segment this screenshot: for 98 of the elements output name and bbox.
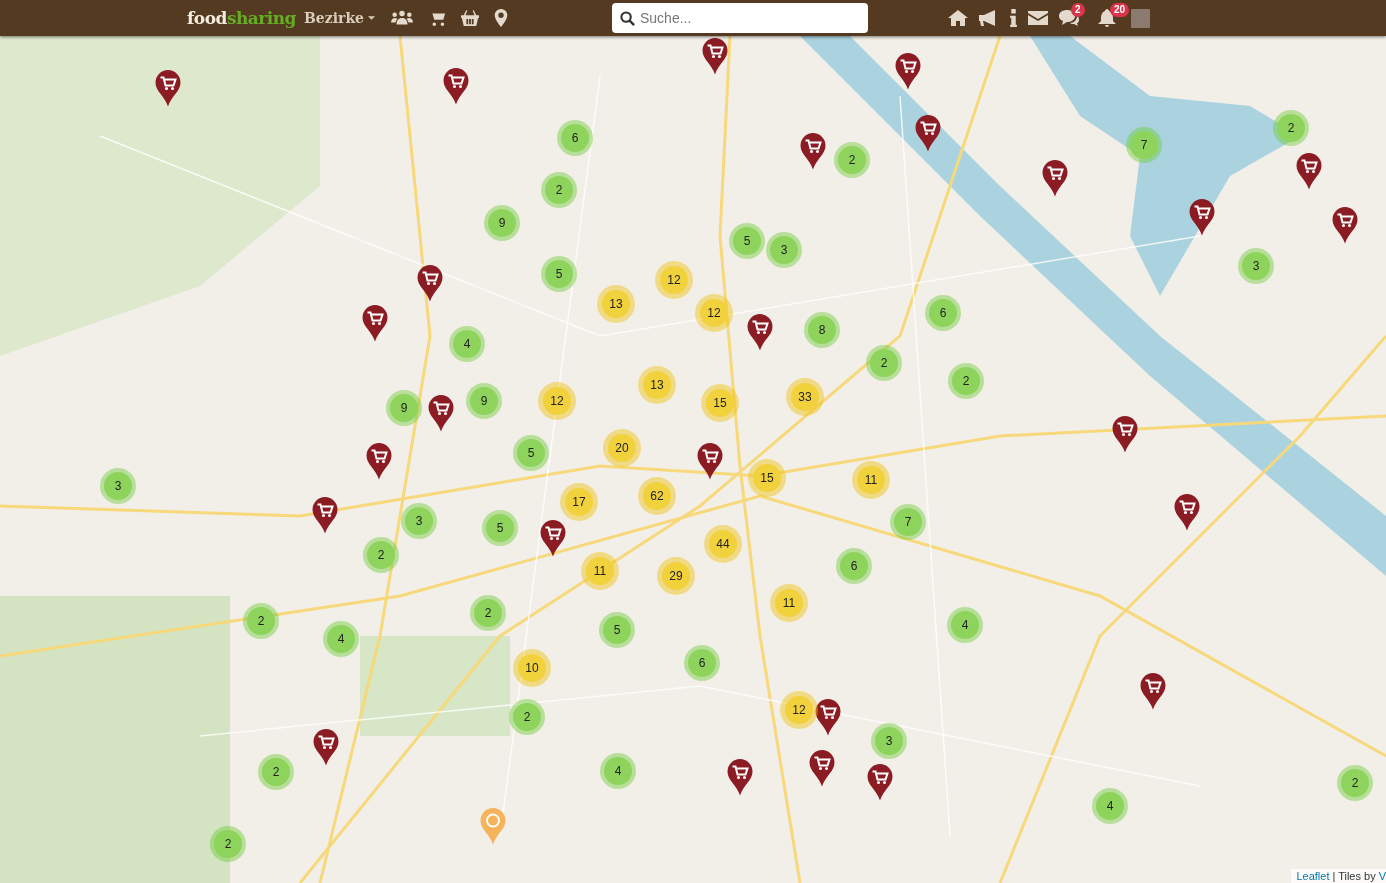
cart-marker-icon[interactable] <box>696 442 724 481</box>
marker-cluster[interactable]: 12 <box>695 294 733 332</box>
marker-cluster[interactable]: 20 <box>603 429 641 467</box>
marker-cluster[interactable]: 11 <box>852 461 890 499</box>
cart-marker-icon[interactable] <box>894 52 922 91</box>
basket-icon[interactable] <box>461 9 479 27</box>
marker-cluster[interactable]: 2 <box>1273 110 1309 146</box>
cart-marker-icon[interactable] <box>154 69 182 108</box>
leaflet-link[interactable]: Leaflet <box>1296 870 1330 882</box>
cart-marker-icon[interactable] <box>1139 672 1167 711</box>
cart-marker-icon[interactable] <box>814 698 842 737</box>
marker-cluster[interactable]: 2 <box>834 142 870 178</box>
marker-cluster[interactable]: 3 <box>100 468 136 504</box>
marker-cluster[interactable]: 9 <box>386 390 422 426</box>
districts-menu[interactable]: Bezirke <box>304 10 375 26</box>
marker-cluster[interactable]: 12 <box>655 261 693 299</box>
cart-marker-icon[interactable] <box>808 749 836 788</box>
marker-cluster[interactable]: 2 <box>866 345 902 381</box>
cart-marker-icon[interactable] <box>914 114 942 153</box>
cart-marker-icon[interactable] <box>1331 206 1359 245</box>
people-icon[interactable] <box>391 9 413 27</box>
notification-count-badge: 20 <box>1110 3 1130 17</box>
caret-icon <box>368 16 375 20</box>
marker-cluster[interactable]: 2 <box>1337 765 1373 801</box>
cart-marker-icon[interactable] <box>312 728 340 767</box>
marker-cluster[interactable]: 4 <box>449 326 485 362</box>
envelope-icon[interactable] <box>1028 9 1048 27</box>
marker-cluster[interactable]: 11 <box>770 584 808 622</box>
marker-cluster[interactable]: 7 <box>1126 127 1162 163</box>
marker-cluster[interactable]: 3 <box>401 503 437 539</box>
cart-marker-icon[interactable] <box>1111 415 1139 454</box>
cart-marker-icon[interactable] <box>361 304 389 343</box>
marker-cluster[interactable]: 15 <box>748 459 786 497</box>
marker-cluster[interactable]: 3 <box>871 723 907 759</box>
cart-marker-icon[interactable] <box>442 67 470 106</box>
home-icon[interactable] <box>948 9 968 27</box>
marker-cluster[interactable]: 5 <box>482 510 518 546</box>
marker-cluster[interactable]: 15 <box>701 384 739 422</box>
info-icon[interactable] <box>1010 9 1017 27</box>
marker-cluster[interactable]: 17 <box>560 483 598 521</box>
marker-cluster[interactable]: 9 <box>484 205 520 241</box>
cart-marker-icon[interactable] <box>799 132 827 171</box>
marker-cluster[interactable]: 4 <box>947 607 983 643</box>
marker-cluster[interactable]: 62 <box>638 477 676 515</box>
marker-cluster[interactable]: 4 <box>600 753 636 789</box>
marker-cluster[interactable]: 8 <box>804 312 840 348</box>
marker-cluster[interactable]: 4 <box>1092 788 1128 824</box>
marker-cluster[interactable]: 6 <box>925 295 961 331</box>
cart-marker-icon[interactable] <box>746 313 774 352</box>
cart-marker-icon[interactable] <box>701 37 729 76</box>
marker-cluster[interactable]: 5 <box>513 435 549 471</box>
marker-cluster[interactable]: 2 <box>258 754 294 790</box>
marker-cluster[interactable]: 2 <box>363 537 399 573</box>
cart-marker-icon[interactable] <box>726 758 754 797</box>
cart-marker-icon[interactable] <box>416 264 444 303</box>
marker-cluster[interactable]: 6 <box>557 120 593 156</box>
map-pin-icon[interactable] <box>494 9 508 27</box>
cart-marker-icon[interactable] <box>365 442 393 481</box>
marker-cluster[interactable]: 5 <box>729 223 765 259</box>
cart-marker-icon[interactable] <box>1295 152 1323 191</box>
marker-cluster[interactable]: 7 <box>890 504 926 540</box>
marker-cluster[interactable]: 13 <box>638 366 676 404</box>
marker-cluster[interactable]: 6 <box>684 645 720 681</box>
cart-marker-icon[interactable] <box>866 763 894 802</box>
marker-cluster[interactable]: 29 <box>657 557 695 595</box>
marker-cluster[interactable]: 5 <box>599 612 635 648</box>
marker-cluster[interactable]: 3 <box>1238 248 1274 284</box>
marker-cluster[interactable]: 12 <box>780 691 818 729</box>
marker-cluster[interactable]: 6 <box>836 548 872 584</box>
marker-cluster[interactable]: 11 <box>581 552 619 590</box>
marker-cluster[interactable]: 4 <box>323 621 359 657</box>
cart-marker-icon[interactable] <box>539 519 567 558</box>
cart-marker-icon[interactable] <box>1173 493 1201 532</box>
marker-cluster[interactable]: 10 <box>513 649 551 687</box>
marker-cluster[interactable]: 2 <box>509 699 545 735</box>
marker-cluster[interactable]: 3 <box>766 232 802 268</box>
cart-marker-icon[interactable] <box>1041 159 1069 198</box>
marker-cluster[interactable]: 9 <box>466 383 502 419</box>
search-field[interactable]: Suche... <box>612 3 868 33</box>
marker-cluster[interactable]: 44 <box>704 525 742 563</box>
marker-cluster[interactable]: 2 <box>948 363 984 399</box>
cart-marker-icon[interactable] <box>427 394 455 433</box>
message-count-badge: 2 <box>1071 3 1085 17</box>
tiles-link[interactable]: V <box>1378 870 1386 882</box>
marker-cluster[interactable]: 2 <box>470 595 506 631</box>
marker-cluster[interactable]: 12 <box>538 382 576 420</box>
avatar[interactable] <box>1131 8 1150 28</box>
marker-cluster[interactable]: 2 <box>243 603 279 639</box>
marker-cluster[interactable]: 2 <box>210 826 246 862</box>
cart-marker-icon[interactable] <box>311 496 339 535</box>
cart-marker-icon[interactable] <box>1188 198 1216 237</box>
bell-icon[interactable] <box>1098 9 1116 27</box>
attribution-text: | Tiles by <box>1332 870 1376 882</box>
marker-cluster[interactable]: 33 <box>786 378 824 416</box>
marker-cluster[interactable]: 13 <box>597 285 635 323</box>
marker-cluster[interactable]: 5 <box>541 256 577 292</box>
marker-cluster[interactable]: 2 <box>541 172 577 208</box>
logo[interactable]: foodsharing <box>187 8 296 28</box>
